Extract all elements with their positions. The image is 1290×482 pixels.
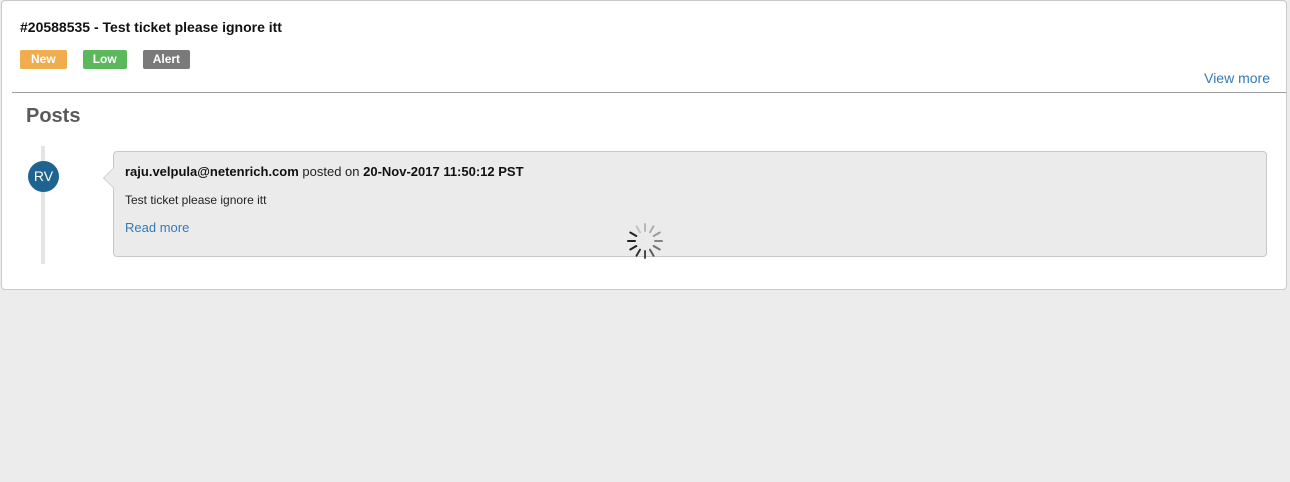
post-item: raju.velpula@netenrich.com posted on 20-…: [103, 151, 1267, 257]
type-badge: Alert: [142, 50, 191, 69]
view-more-link[interactable]: View more: [1204, 70, 1270, 86]
posts-heading: Posts: [26, 105, 81, 127]
read-more-link[interactable]: Read more: [125, 220, 189, 235]
loading-spinner-icon: [627, 223, 663, 259]
post-body: Test ticket please ignore itt: [125, 193, 267, 207]
section-divider: [12, 92, 1286, 93]
priority-badge: Low: [82, 50, 127, 69]
ticket-title: #20588535 - Test ticket please ignore it…: [20, 19, 282, 35]
status-badge: New: [20, 50, 67, 69]
post-meta-text: posted on: [298, 164, 364, 179]
post-meta: raju.velpula@netenrich.com posted on 20-…: [125, 164, 524, 179]
ticket-badges: New Low Alert: [20, 50, 191, 69]
post-author: raju.velpula@netenrich.com: [125, 164, 299, 179]
post-pointer-inner: [104, 168, 114, 188]
post-timestamp: 20-Nov-2017 11:50:12 PST: [363, 164, 524, 179]
avatar: RV: [28, 161, 59, 192]
